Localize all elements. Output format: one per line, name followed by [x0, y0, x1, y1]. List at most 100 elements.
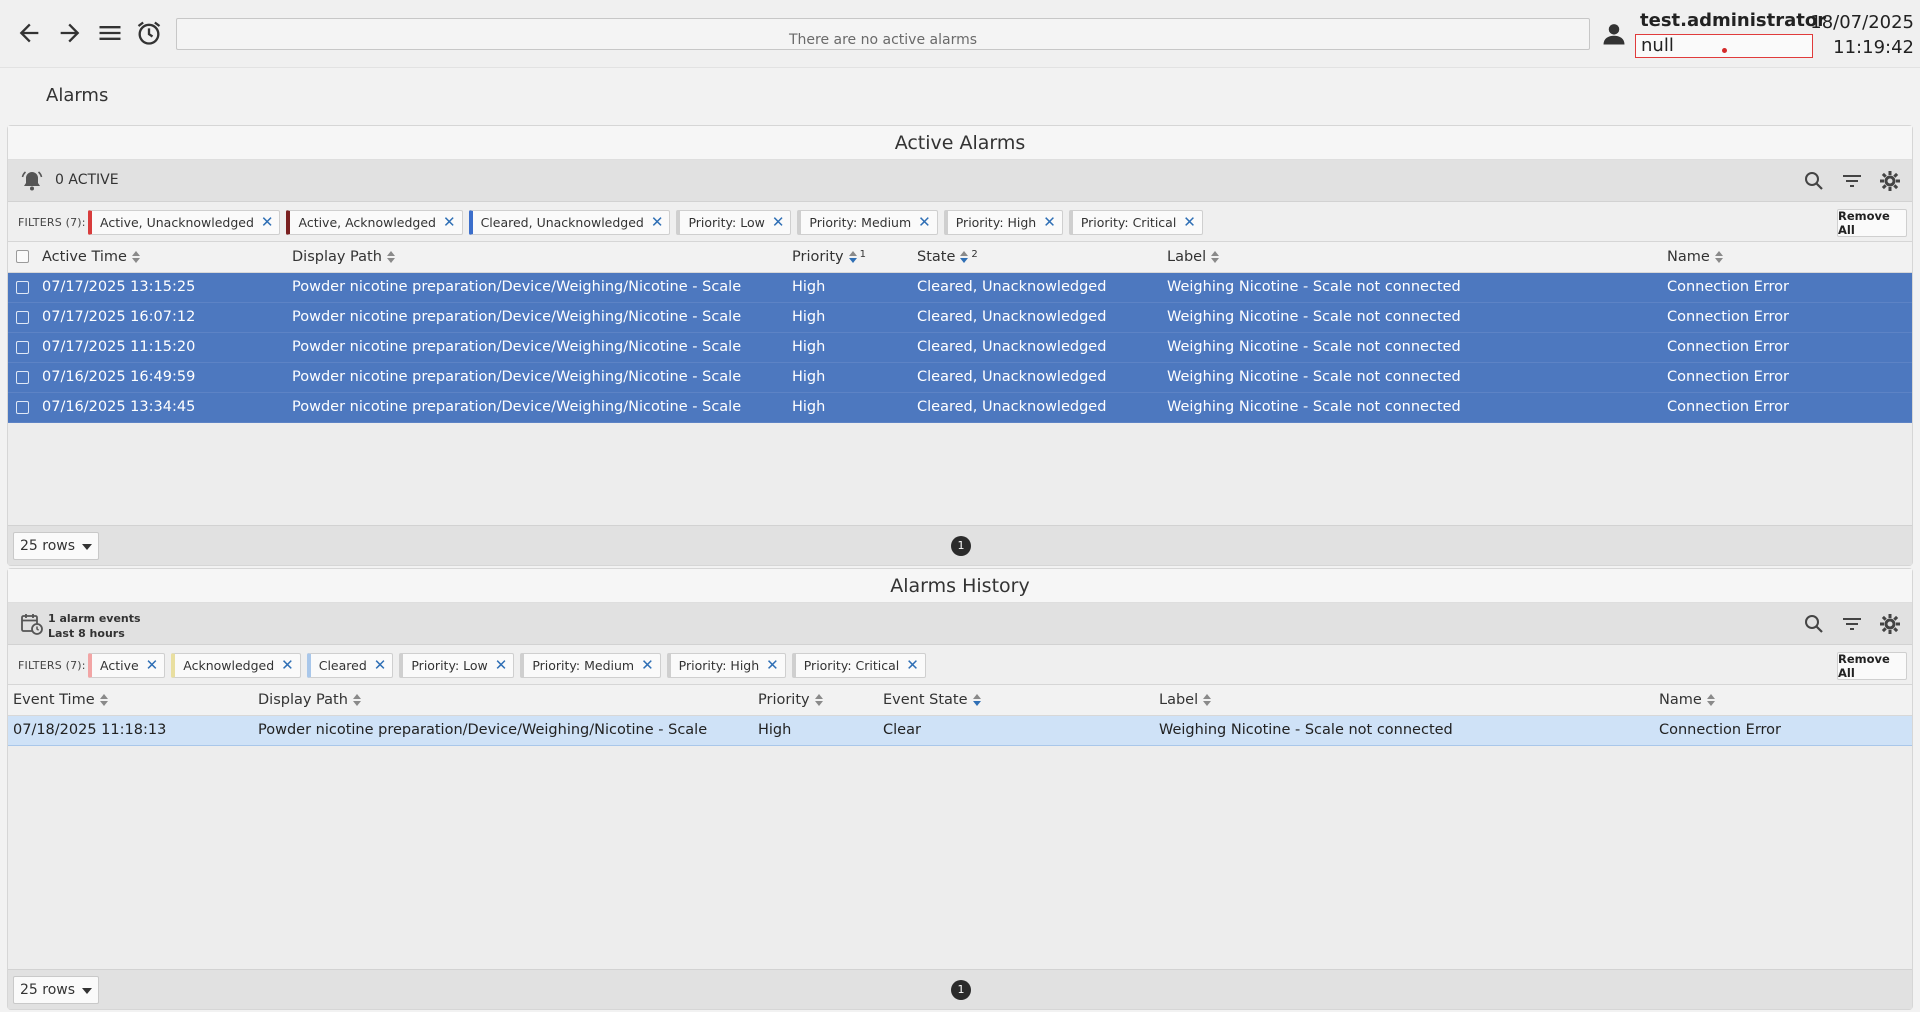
column-header-label[interactable]: Label: [1159, 685, 1659, 716]
close-icon[interactable]: ✕: [281, 658, 294, 673]
cell-active-time: 07/16/2025 13:34:45: [42, 392, 292, 423]
column-header-active-time[interactable]: Active Time: [42, 242, 292, 273]
filter-chip[interactable]: Cleared ✕: [306, 653, 394, 678]
filter-chip[interactable]: Priority: Low ✕: [399, 653, 515, 678]
sort-icon: [972, 693, 982, 707]
cell-state: Cleared, Unacknowledged: [917, 302, 1167, 333]
user-icon[interactable]: [1600, 20, 1628, 48]
close-icon[interactable]: ✕: [495, 658, 508, 673]
table-row[interactable]: 07/17/2025 16:07:12 Powder nicotine prep…: [8, 302, 1912, 333]
sort-order-index: 2: [971, 248, 978, 260]
column-header-event-state[interactable]: Event State: [883, 685, 1159, 716]
close-icon[interactable]: ✕: [146, 658, 159, 673]
filter-chip[interactable]: Priority: Medium ✕: [797, 210, 938, 235]
column-header-priority[interactable]: Priority: [758, 685, 883, 716]
filter-chip[interactable]: Priority: Medium ✕: [520, 653, 661, 678]
table-row[interactable]: 07/18/2025 11:18:13 Powder nicotine prep…: [8, 715, 1912, 746]
filter-chip[interactable]: Priority: High ✕: [666, 653, 786, 678]
close-icon[interactable]: ✕: [374, 658, 387, 673]
cell-label: Weighing Nicotine - Scale not connected: [1159, 715, 1659, 746]
column-header-state[interactable]: State 2: [917, 242, 1167, 273]
alarms-nav-button[interactable]: [132, 16, 166, 50]
menu-button[interactable]: [93, 16, 127, 50]
remove-all-filters-button[interactable]: Remove All: [1837, 209, 1907, 237]
history-filter-chips: Active ✕ Acknowledged ✕ Cleared ✕ Priority:…: [88, 653, 926, 678]
username[interactable]: test.administrator: [1640, 10, 1826, 31]
alarms-history-panel: Alarms History 1 alarm events Last 8 hou…: [7, 568, 1913, 1010]
filter-icon[interactable]: [1840, 169, 1864, 193]
back-button[interactable]: [12, 16, 46, 50]
active-filters-row: FILTERS (7): Active, Unacknowledged ✕ Act…: [8, 202, 1912, 242]
alarms-history-table: Event Time Display Path Priority Event S…: [8, 685, 1912, 746]
filter-chip[interactable]: Active, Acknowledged ✕: [286, 210, 463, 235]
remove-all-filters-button[interactable]: Remove All: [1837, 652, 1907, 680]
active-alarms-title: Active Alarms: [8, 126, 1912, 160]
filter-chip-label: Priority: Medium: [809, 215, 912, 230]
filter-chip[interactable]: Priority: High ✕: [943, 210, 1063, 235]
filter-chip[interactable]: Cleared, Unacknowledged ✕: [468, 210, 671, 235]
cell-label: Weighing Nicotine - Scale not connected: [1167, 392, 1667, 423]
row-checkbox[interactable]: [16, 310, 29, 324]
user-status-field: null: [1635, 34, 1813, 58]
filter-chip[interactable]: Priority: Low ✕: [676, 210, 792, 235]
select-all-checkbox[interactable]: [16, 250, 29, 264]
row-select-cell: [8, 392, 42, 423]
column-header-name[interactable]: Name: [1659, 685, 1912, 716]
close-icon[interactable]: ✕: [261, 215, 274, 230]
row-checkbox[interactable]: [16, 400, 29, 414]
close-icon[interactable]: ✕: [641, 658, 654, 673]
cell-name: Connection Error: [1667, 302, 1912, 333]
column-header-display-path[interactable]: Display Path: [292, 242, 792, 273]
row-checkbox[interactable]: [16, 280, 29, 294]
column-label: Active Time: [42, 248, 127, 265]
table-row[interactable]: 07/17/2025 11:15:20 Powder nicotine prep…: [8, 332, 1912, 363]
gear-icon[interactable]: [1878, 612, 1902, 636]
cell-name: Connection Error: [1667, 392, 1912, 423]
column-header-priority[interactable]: Priority 1: [792, 242, 917, 273]
cell-priority: High: [792, 362, 917, 393]
table-row[interactable]: 07/16/2025 16:49:59 Powder nicotine prep…: [8, 362, 1912, 393]
status-dot: [1722, 48, 1727, 53]
alarm-status-banner[interactable]: There are no active alarms: [176, 18, 1590, 50]
filter-chip[interactable]: Priority: Critical ✕: [1068, 210, 1203, 235]
column-header-event-time[interactable]: Event Time: [8, 685, 258, 716]
close-icon[interactable]: ✕: [1183, 215, 1196, 230]
table-row[interactable]: 07/17/2025 13:15:25 Powder nicotine prep…: [8, 272, 1912, 303]
sort-icon: [1210, 250, 1220, 264]
column-header-display-path[interactable]: Display Path: [258, 685, 758, 716]
filter-chip[interactable]: Active, Unacknowledged ✕: [88, 210, 281, 235]
cell-label: Weighing Nicotine - Scale not connected: [1167, 302, 1667, 333]
forward-button[interactable]: [53, 16, 87, 50]
close-icon[interactable]: ✕: [772, 215, 785, 230]
page-number-button[interactable]: 1: [951, 980, 971, 1000]
search-icon[interactable]: [1802, 612, 1826, 636]
filter-chip-label: Cleared: [318, 658, 367, 673]
column-label: Name: [1659, 691, 1702, 708]
filter-chip[interactable]: Priority: Critical ✕: [791, 653, 926, 678]
close-icon[interactable]: ✕: [1043, 215, 1056, 230]
user-status-value: null: [1641, 35, 1674, 56]
cell-display-path: Powder nicotine preparation/Device/Weigh…: [292, 332, 792, 363]
table-row[interactable]: 07/16/2025 13:34:45 Powder nicotine prep…: [8, 392, 1912, 423]
filter-icon[interactable]: [1840, 612, 1864, 636]
close-icon[interactable]: ✕: [651, 215, 664, 230]
filter-chip[interactable]: Acknowledged ✕: [171, 653, 301, 678]
column-header-name[interactable]: Name: [1667, 242, 1912, 273]
search-icon[interactable]: [1802, 169, 1826, 193]
close-icon[interactable]: ✕: [906, 658, 919, 673]
rows-per-page-select[interactable]: 25 rows: [13, 976, 99, 1004]
close-icon[interactable]: ✕: [443, 215, 456, 230]
row-checkbox[interactable]: [16, 340, 29, 354]
filter-chip[interactable]: Active ✕: [88, 653, 166, 678]
rows-per-page-select[interactable]: 25 rows: [13, 532, 99, 560]
cell-name: Connection Error: [1659, 715, 1912, 746]
cell-priority: High: [792, 272, 917, 303]
cell-display-path: Powder nicotine preparation/Device/Weigh…: [258, 715, 758, 746]
column-header-label[interactable]: Label: [1167, 242, 1667, 273]
row-checkbox[interactable]: [16, 370, 29, 384]
gear-icon[interactable]: [1878, 169, 1902, 193]
close-icon[interactable]: ✕: [918, 215, 931, 230]
cell-active-time: 07/17/2025 11:15:20: [42, 332, 292, 363]
page-number-button[interactable]: 1: [951, 536, 971, 556]
close-icon[interactable]: ✕: [766, 658, 779, 673]
